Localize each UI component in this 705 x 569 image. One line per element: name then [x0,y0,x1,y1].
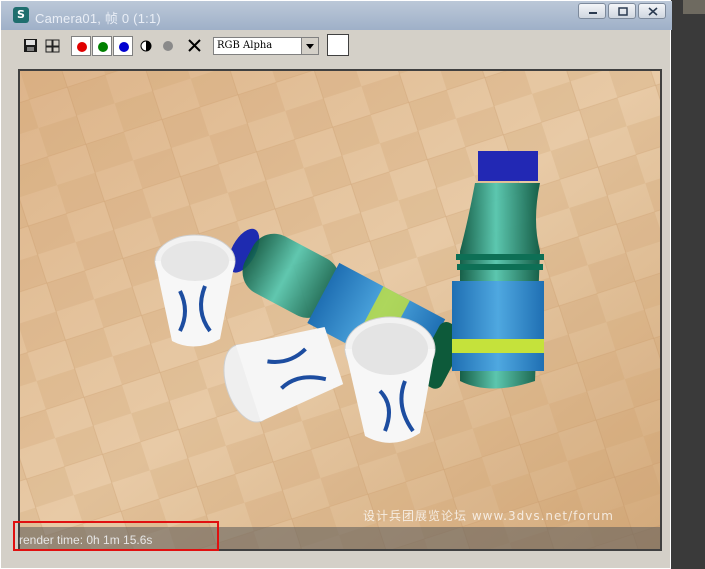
restore-icon [618,7,628,16]
clear-x-icon [188,39,201,52]
red-channel-toggle[interactable] [71,36,91,56]
minimize-icon [589,12,597,14]
minimize-button[interactable] [578,3,606,19]
title-bar[interactable]: S Camera01, 帧 0 (1:1) [1,1,672,30]
monochrome-icon [140,40,152,52]
window-controls [578,3,666,19]
save-image-button[interactable] [21,36,41,56]
frame-toolbar: RGB Alpha [11,33,665,59]
desktop-background [671,0,705,569]
color-swatch[interactable] [327,34,349,56]
alpha-channel-icon [163,41,173,51]
channel-select-value: RGB Alpha [217,40,273,51]
chevron-down-icon [306,44,314,49]
clear-button[interactable] [185,36,205,56]
monochrome-toggle[interactable] [136,36,156,56]
close-button[interactable] [638,3,666,19]
clone-window-icon [45,39,60,53]
green-dot-icon [98,42,108,52]
watermark-text: 设计兵团展览论坛 www.3dvs.net/forum [363,509,614,523]
3dsmax-app-icon: S [13,7,29,23]
green-channel-toggle[interactable] [92,36,112,56]
restore-button[interactable] [608,3,636,19]
rendered-image [20,71,660,549]
rendered-frame-window: S Camera01, 帧 0 (1:1) RGB Alpha 设计兵团展览论坛… [0,0,672,569]
dropdown-arrow[interactable] [301,38,318,54]
render-viewport [18,69,662,551]
highlight-box [13,521,219,551]
red-dot-icon [77,42,87,52]
desktop-corner-icon [683,0,705,14]
close-icon [648,7,658,16]
floppy-disk-icon [24,39,37,52]
window-title: Camera01, 帧 0 (1:1) [35,11,161,26]
alpha-channel-toggle[interactable] [158,36,178,56]
blue-channel-toggle[interactable] [113,36,133,56]
blue-dot-icon [119,42,129,52]
channel-display-select[interactable]: RGB Alpha [213,37,319,55]
clone-window-button[interactable] [43,36,63,56]
